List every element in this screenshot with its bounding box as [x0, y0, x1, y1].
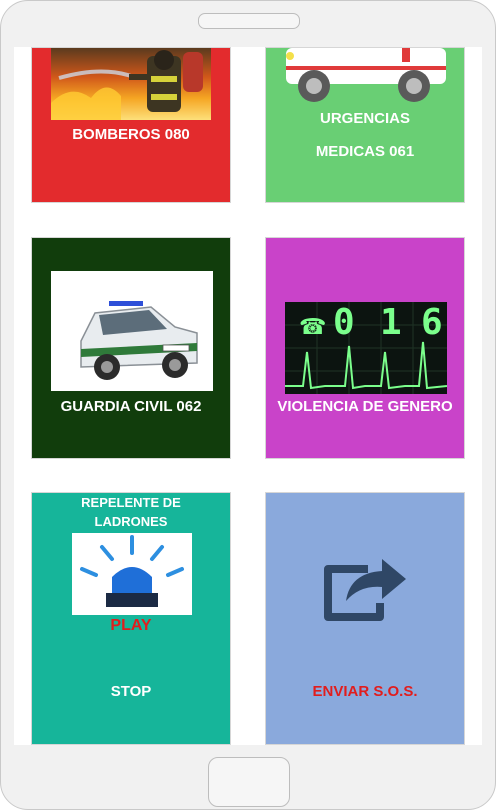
guardia-civil-label: GUARDIA CIVIL 062 [60, 398, 202, 415]
phone-frame: BOMBEROS 080 URGENCIAS MEDICAS 061 GUARD… [0, 0, 496, 810]
play-button[interactable]: PLAY [32, 617, 230, 635]
violencia-tile[interactable]: ☎ 0 1 6 VIOLENCIA DE GENERO [265, 237, 465, 459]
enviar-sos-tile[interactable]: ENVIAR S.O.S. [265, 492, 465, 745]
phone-icon: ☎ [299, 314, 327, 339]
bomberos-label: BOMBEROS 080 [72, 126, 190, 143]
repelente-title-line2: LADRONES [94, 514, 168, 529]
repelente-title-line1: REPELENTE DE [81, 495, 181, 510]
siren-icon[interactable] [72, 533, 192, 615]
digit-0: 0 [333, 302, 355, 343]
repelente-tile: REPELENTE DE LADRONES PLAY STOP [31, 492, 231, 745]
urgencias-label-line1: URGENCIAS [319, 110, 410, 127]
guardia-civil-tile[interactable]: GUARDIA CIVIL 062 [31, 237, 231, 459]
digit-1: 1 [380, 302, 402, 343]
ecg-display-image: ☎ 0 1 6 [285, 302, 447, 394]
firefighter-image [51, 48, 211, 120]
guardia-car-image [51, 271, 213, 391]
violencia-label: VIOLENCIA DE GENERO [277, 398, 453, 415]
phone-speaker [198, 13, 300, 29]
home-button[interactable] [208, 757, 290, 807]
stop-button[interactable]: STOP [32, 683, 230, 700]
digit-6: 6 [421, 302, 443, 343]
app-screen: BOMBEROS 080 URGENCIAS MEDICAS 061 GUARD… [14, 47, 482, 745]
enviar-sos-label: ENVIAR S.O.S. [312, 683, 418, 700]
urgencias-label-line2: MEDICAS 061 [315, 143, 415, 160]
ambulance-image [284, 48, 448, 104]
bomberos-tile[interactable]: BOMBEROS 080 [31, 47, 231, 203]
share-icon [320, 547, 412, 625]
urgencias-tile[interactable]: URGENCIAS MEDICAS 061 [265, 47, 465, 203]
